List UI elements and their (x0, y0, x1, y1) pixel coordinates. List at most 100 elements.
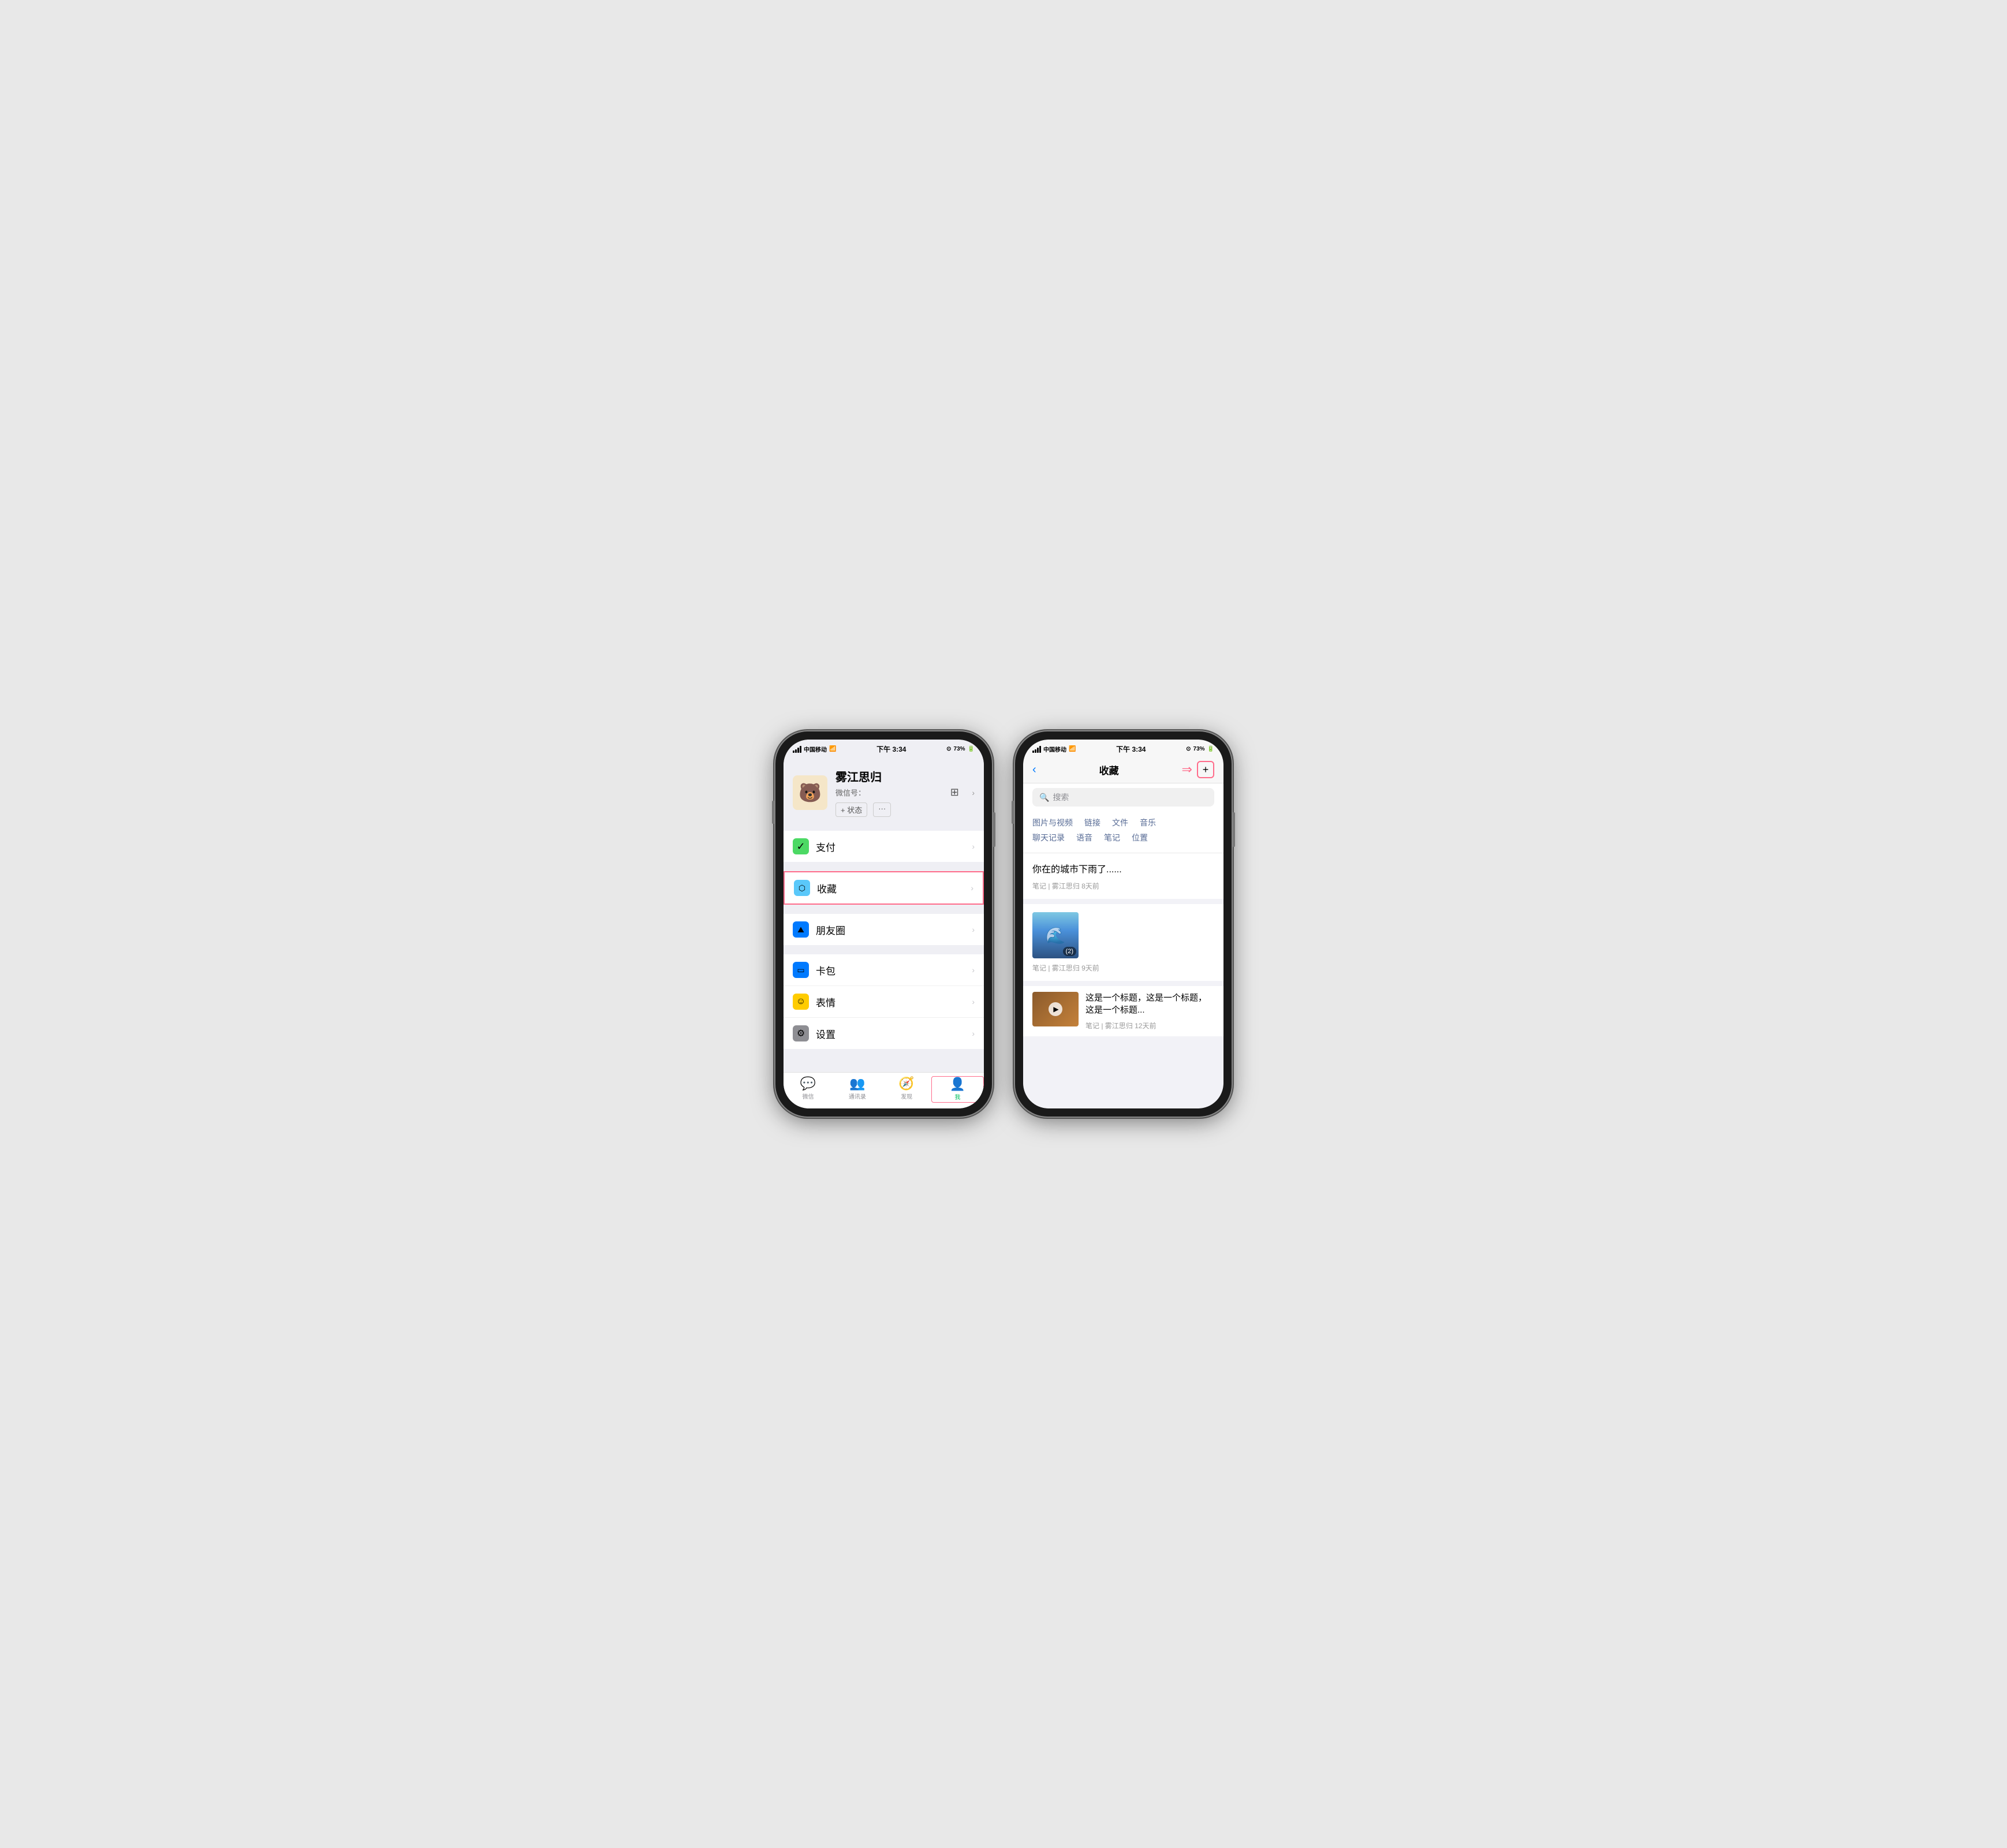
moments-chevron: › (972, 925, 975, 934)
divider-2 (784, 867, 984, 871)
settings-label: 设置 (816, 1026, 972, 1041)
tab-me[interactable]: 👤 我 (931, 1076, 984, 1103)
menu-section-payment: ✓ 支付 › (784, 831, 984, 862)
wallet-chevron: › (972, 965, 975, 975)
divider-3 (784, 909, 984, 914)
stickers-icon: ☺ (793, 994, 809, 1010)
menu-item-stickers[interactable]: ☺ 表情 › (784, 986, 984, 1018)
filter-files[interactable]: 文件 (1112, 817, 1128, 828)
wechat-tab-icon: 💬 (800, 1077, 816, 1090)
menu-item-favorites[interactable]: ⬡ 收藏 › (785, 872, 983, 904)
profile-content: 🐻 雾江思归 微信号： + 状态 ··· ⊞ › (784, 756, 984, 1108)
avatar-image: 🐻 (793, 775, 827, 810)
carrier-wifi: 中国移动 📶 (793, 745, 836, 753)
battery-label: 73% (954, 746, 965, 752)
profile-name: 雾江思归 (835, 768, 937, 785)
menu-item-settings[interactable]: ⚙ 设置 › (784, 1018, 984, 1049)
divider-1 (784, 826, 984, 831)
battery-icon-2: 🔋 (1207, 746, 1214, 752)
profile-header[interactable]: 🐻 雾江思归 微信号： + 状态 ··· ⊞ › (784, 756, 984, 826)
battery-label-2: 73% (1193, 746, 1205, 752)
collections-list: 你在的城市下雨了...... 笔记 | 雾江思归 8天前 🌊 (2) 笔记 | … (1023, 853, 1223, 1108)
menu-item-moments[interactable]: ⛰ 朋友圈 › (784, 914, 984, 945)
phone-1: 中国移动 📶 下午 3:34 ⊙ 73% 🔋 🐻 (775, 731, 992, 1117)
filter-row-2: 聊天记录 语音 笔记 位置 (1032, 832, 1214, 843)
tab-discover[interactable]: 🧭 发现 (882, 1076, 931, 1103)
wechat-tab-label: 微信 (803, 1092, 814, 1100)
favorites-icon: ⬡ (794, 880, 810, 896)
me-tab-label: 我 (954, 1092, 960, 1101)
divider-4 (784, 950, 984, 954)
carrier-label: 中国移动 (804, 745, 827, 753)
discover-tab-icon: 🧭 (898, 1077, 914, 1090)
status-bar-1: 中国移动 📶 下午 3:34 ⊙ 73% 🔋 (784, 740, 984, 756)
profile-info: 雾江思归 微信号： + 状态 ··· (835, 768, 937, 817)
image-meta: 笔记 | 雾江思归 9天前 (1032, 963, 1214, 973)
payment-label: 支付 (816, 839, 972, 854)
menu-item-payment[interactable]: ✓ 支付 › (784, 831, 984, 862)
signal-icon-2 (1032, 746, 1041, 753)
carrier-label-2: 中国移动 (1043, 745, 1066, 753)
play-button-icon: ▶ (1049, 1002, 1062, 1016)
menu-item-wallet[interactable]: ▭ 卡包 › (784, 954, 984, 986)
video-info: 这是一个标题，这是一个标题，这是一个标题... 笔记 | 雾江思归 12天前 (1085, 992, 1214, 1031)
battery-icon: 🔋 (968, 746, 975, 752)
note-meta-1: 笔记 | 雾江思归 8天前 (1032, 881, 1214, 891)
filter-links[interactable]: 链接 (1084, 817, 1101, 828)
video-title: 这是一个标题，这是一个标题，这是一个标题... (1085, 992, 1214, 1016)
search-placeholder: 搜索 (1053, 792, 1069, 803)
nav-right: ⇒ + (1182, 761, 1214, 778)
add-status-button[interactable]: + 状态 (835, 802, 867, 817)
collection-item-1[interactable]: 你在的城市下雨了...... 笔记 | 雾江思归 8天前 (1023, 853, 1223, 899)
location-icon-2: ⊙ (1186, 746, 1191, 752)
arrow-indicator: ⇒ (1182, 762, 1192, 777)
stickers-label: 表情 (816, 995, 972, 1009)
filter-music[interactable]: 音乐 (1140, 817, 1156, 828)
profile-wechat: 微信号： (835, 787, 937, 798)
profile-actions: + 状态 ··· (835, 802, 937, 817)
wallet-icon: ▭ (793, 962, 809, 978)
content-spacer (784, 1054, 984, 1072)
battery-area-2: ⊙ 73% 🔋 (1186, 746, 1214, 752)
wifi-icon: 📶 (829, 746, 836, 752)
collection-item-3[interactable]: ▶ 这是一个标题，这是一个标题，这是一个标题... 笔记 | 雾江思归 12天前 (1023, 986, 1223, 1036)
more-button[interactable]: ··· (873, 802, 891, 817)
list-divider-1 (1023, 899, 1223, 904)
video-meta: 笔记 | 雾江思归 12天前 (1085, 1021, 1214, 1031)
filter-images-video[interactable]: 图片与视频 (1032, 817, 1073, 828)
location-icon: ⊙ (946, 746, 951, 752)
contacts-tab-label: 通讯录 (849, 1092, 866, 1100)
filter-notes[interactable]: 笔记 (1104, 832, 1120, 843)
favorites-label: 收藏 (817, 881, 971, 895)
add-button[interactable]: + (1197, 761, 1214, 778)
avatar[interactable]: 🐻 (793, 775, 827, 810)
filter-row-1: 图片与视频 链接 文件 音乐 (1032, 817, 1214, 828)
battery-area: ⊙ 73% 🔋 (946, 746, 975, 752)
note-text-1: 你在的城市下雨了...... (1032, 861, 1214, 875)
time-label: 下午 3:34 (876, 744, 906, 754)
menu-section-favorites: ⬡ 收藏 › (784, 871, 984, 905)
tab-contacts[interactable]: 👥 通讯录 (833, 1076, 882, 1103)
menu-section-wallet: ▭ 卡包 › ☺ 表情 › ⚙ 设置 › (784, 954, 984, 1049)
tab-wechat[interactable]: 💬 微信 (784, 1076, 833, 1103)
moments-label: 朋友圈 (816, 923, 972, 937)
image-count: (2) (1063, 947, 1076, 956)
nav-title: 收藏 (1099, 763, 1119, 777)
discover-tab-label: 发现 (901, 1092, 912, 1100)
qr-icon[interactable]: ⊞ (945, 783, 964, 802)
search-bar: 🔍 搜索 (1023, 783, 1223, 811)
settings-icon: ⚙ (793, 1025, 809, 1041)
contacts-tab-icon: 👥 (849, 1077, 865, 1090)
filter-location[interactable]: 位置 (1132, 832, 1148, 843)
search-icon: 🔍 (1039, 793, 1049, 802)
collection-item-2[interactable]: 🌊 (2) 笔记 | 雾江思归 9天前 (1023, 904, 1223, 981)
filter-voice[interactable]: 语音 (1076, 832, 1092, 843)
stickers-chevron: › (972, 997, 975, 1006)
wifi-icon-2: 📶 (1069, 746, 1076, 752)
profile-chevron: › (972, 788, 975, 797)
tab-bar: 💬 微信 👥 通讯录 🧭 发现 👤 我 (784, 1072, 984, 1108)
back-button[interactable]: ‹ (1032, 763, 1036, 776)
list-divider-2 (1023, 981, 1223, 986)
search-input[interactable]: 🔍 搜索 (1032, 788, 1214, 807)
filter-chat-history[interactable]: 聊天记录 (1032, 832, 1065, 843)
